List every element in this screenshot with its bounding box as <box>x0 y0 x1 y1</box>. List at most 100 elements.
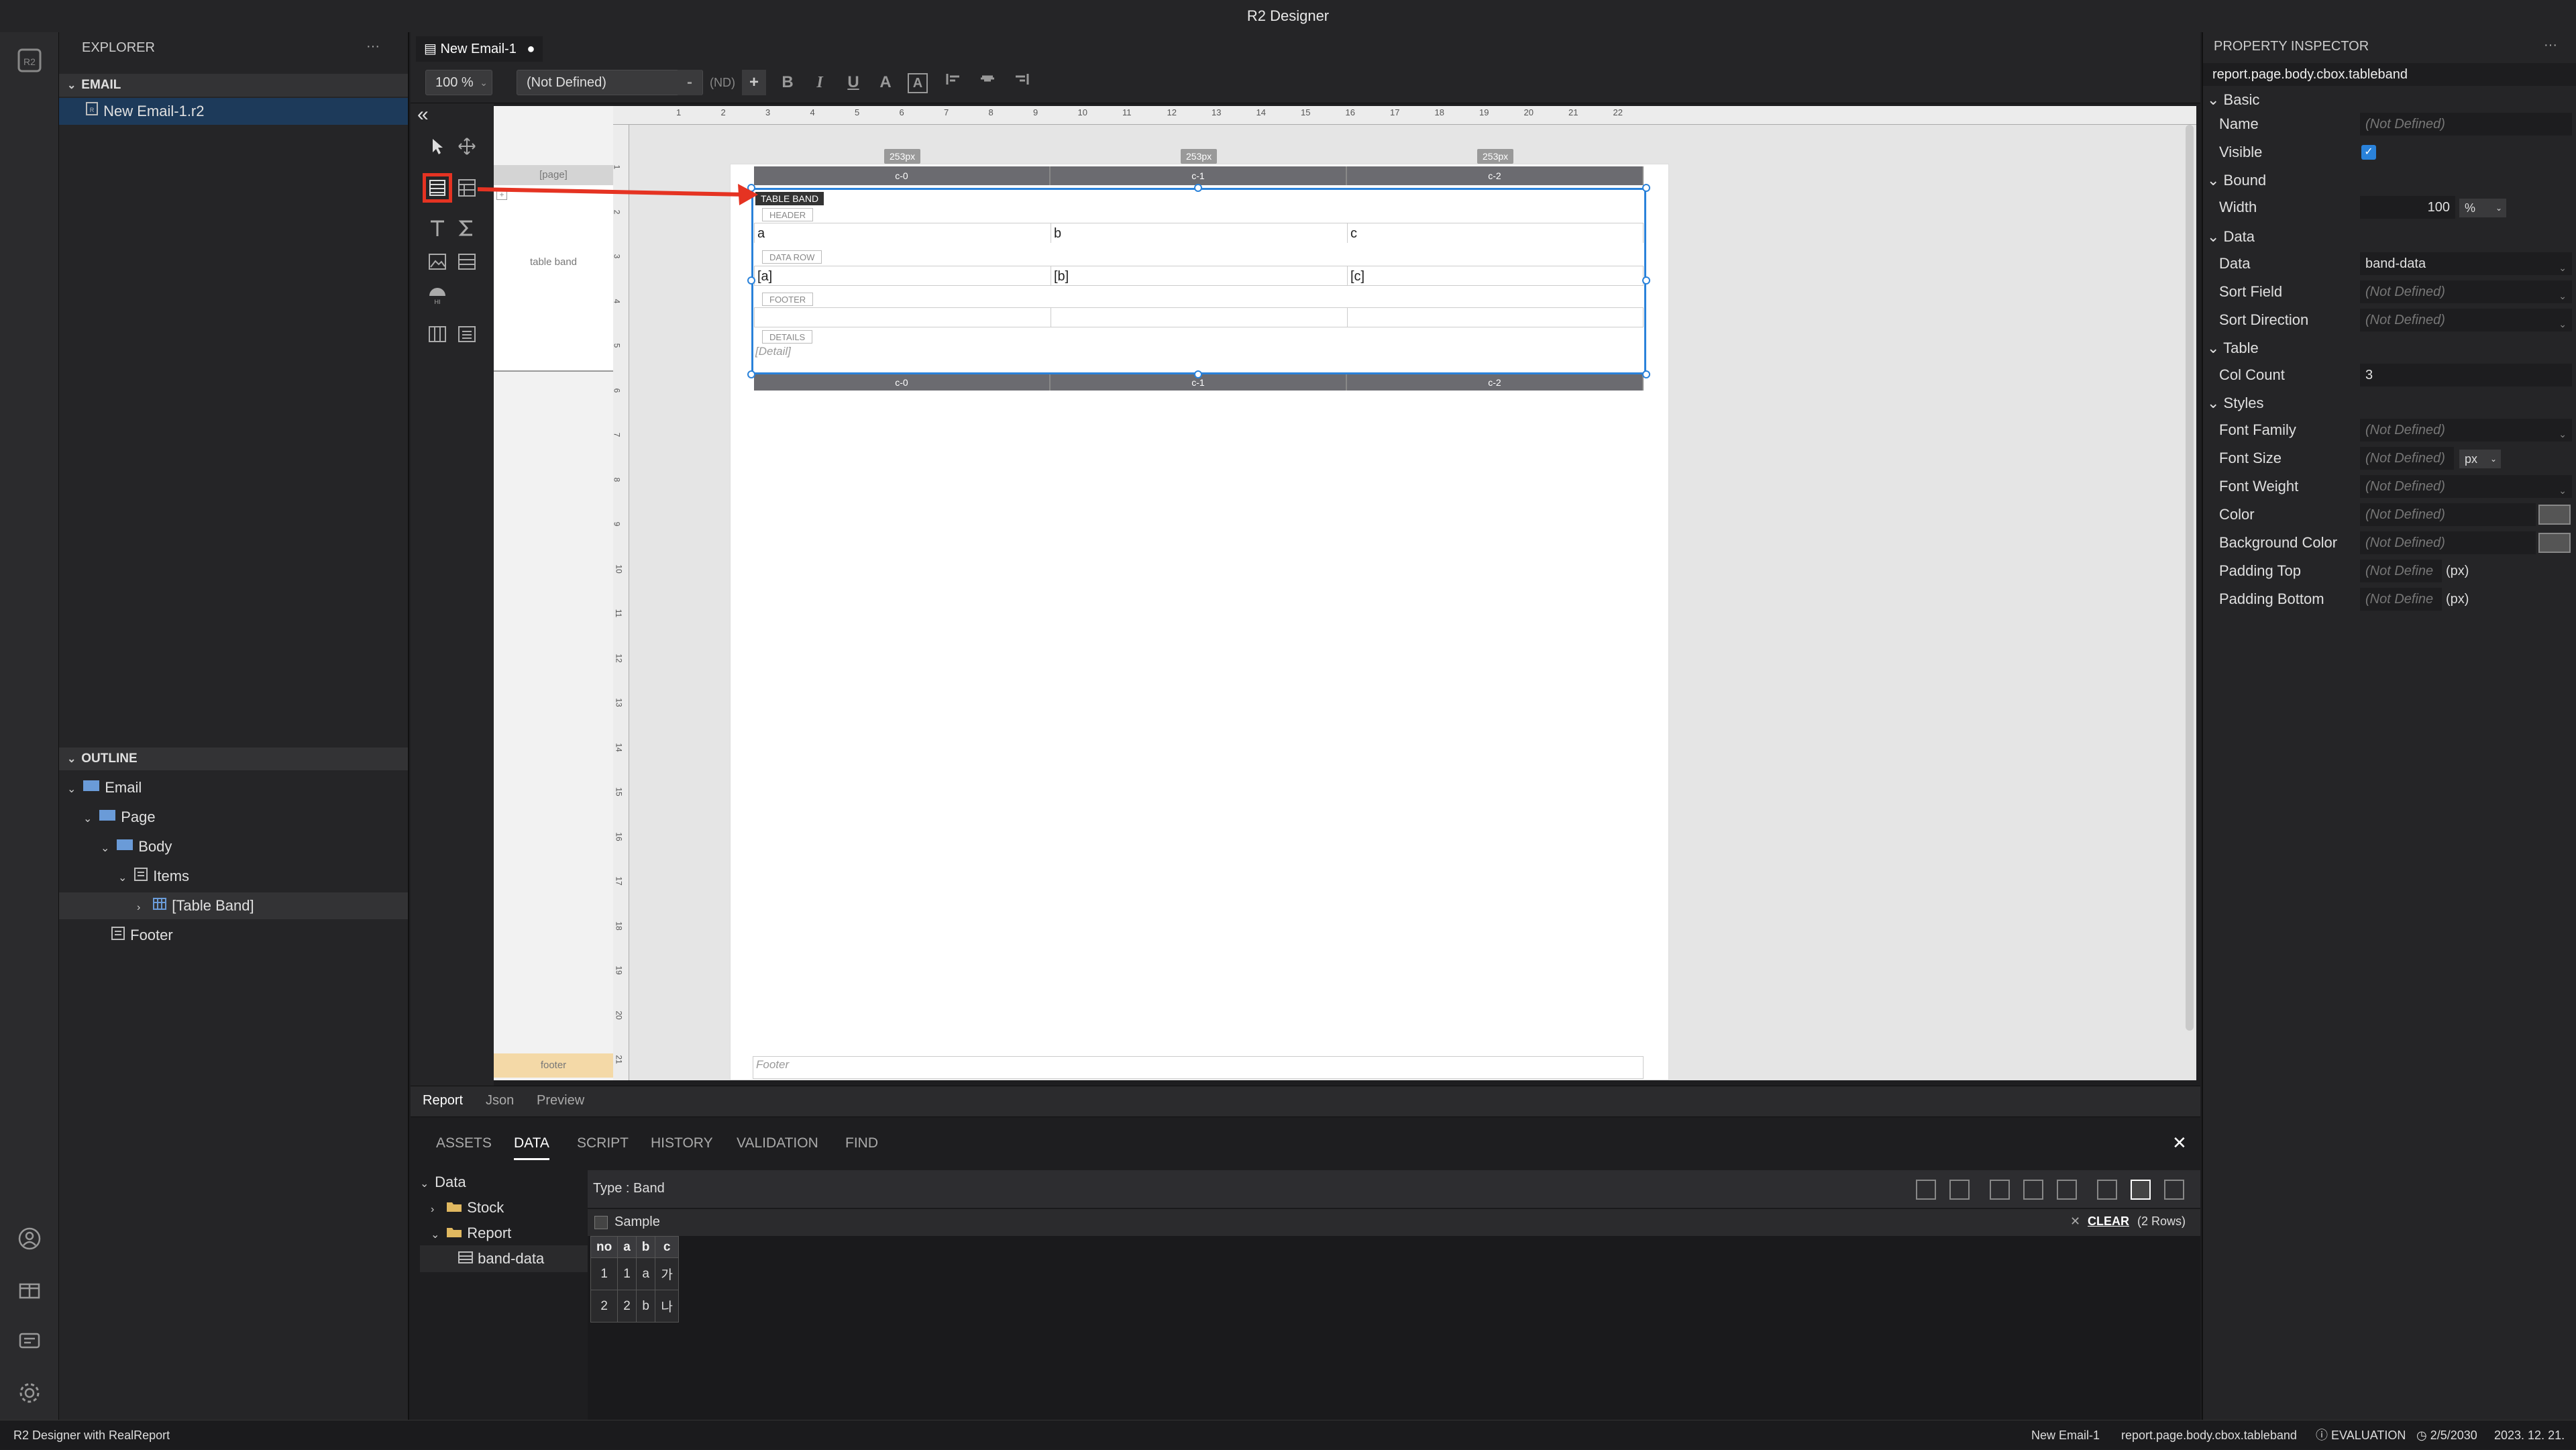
font-weight-select[interactable]: (Not Defined) ⌄ <box>2360 475 2572 498</box>
tab-assets[interactable]: ASSETS <box>436 1135 492 1151</box>
header-cell[interactable]: c <box>1347 223 1644 243</box>
editor-tab[interactable]: ▤ New Email-1 ● <box>416 36 543 62</box>
detail-placeholder[interactable]: [Detail] <box>755 345 791 358</box>
explorer-email-section[interactable]: ⌄ EMAIL <box>59 74 408 97</box>
resize-handle[interactable] <box>1194 184 1202 192</box>
group-styles[interactable]: ⌄ Styles <box>2207 389 2263 417</box>
feedback-icon[interactable] <box>15 1327 44 1357</box>
resize-handle[interactable] <box>747 276 755 284</box>
download-icon[interactable] <box>1949 1180 1970 1200</box>
clear-button[interactable]: CLEAR <box>2088 1214 2129 1229</box>
list-band-icon[interactable] <box>452 319 482 349</box>
text-tool-icon[interactable] <box>423 213 452 243</box>
grid-header-cell[interactable]: b <box>635 1236 656 1258</box>
font-select[interactable]: (Not Defined)⌄ <box>517 70 703 95</box>
grid-cell[interactable]: 2 <box>617 1290 637 1323</box>
grid-cell[interactable]: 나 <box>655 1290 679 1323</box>
canvas-scrollbar[interactable] <box>2186 125 2194 1031</box>
r2-logo-icon[interactable]: R2 <box>15 46 44 75</box>
inspector-more-icon[interactable]: ··· <box>2544 38 2557 53</box>
outline-item-items[interactable]: ⌄ Items <box>118 863 189 890</box>
col-count-field[interactable]: 3 <box>2360 364 2572 386</box>
collapse-panel-icon[interactable]: « <box>417 103 429 126</box>
align-left-icon[interactable] <box>942 70 966 95</box>
barcode-list-icon[interactable] <box>452 247 482 276</box>
page-footer[interactable]: Footer <box>753 1056 1644 1079</box>
account-icon[interactable] <box>15 1224 44 1253</box>
data-select[interactable]: band-data ⌄ <box>2360 252 2572 275</box>
sort-direction-select[interactable]: (Not Defined) ⌄ <box>2360 309 2572 331</box>
footer-cell[interactable] <box>754 307 1051 327</box>
tree-item-report[interactable]: ⌄ Report <box>431 1220 511 1247</box>
move-icon[interactable] <box>452 132 482 161</box>
columns-band-icon[interactable] <box>423 319 452 349</box>
grid-view-icon[interactable] <box>2131 1180 2151 1200</box>
resize-handle[interactable] <box>1642 184 1650 192</box>
grid-cell[interactable]: 가 <box>655 1257 679 1290</box>
zoom-select[interactable]: 100 % ⌄ <box>425 70 492 95</box>
column-footer-c0[interactable]: c-0 <box>754 374 1051 391</box>
tree-item-data[interactable]: ⌄ Data <box>420 1169 466 1196</box>
tab-find[interactable]: FIND <box>845 1135 878 1151</box>
package-icon[interactable] <box>15 1275 44 1304</box>
footer-section-label[interactable]: footer <box>494 1053 613 1078</box>
chart-tool-icon[interactable]: HI <box>423 280 452 310</box>
add-row-icon[interactable] <box>1990 1180 2010 1200</box>
padding-top-field[interactable]: (Not Define <box>2360 560 2442 582</box>
font-size-increase-button[interactable]: + <box>742 70 766 95</box>
bold-icon[interactable]: B <box>775 70 800 95</box>
outline-section[interactable]: ⌄ OUTLINE <box>59 747 408 770</box>
background-color-icon[interactable]: A <box>906 70 930 95</box>
group-data[interactable]: ⌄ Data <box>2207 223 2255 251</box>
sample-checkbox[interactable] <box>594 1216 608 1229</box>
column-header-c2[interactable]: c-2 <box>1347 166 1644 185</box>
resize-handle[interactable] <box>1194 370 1202 378</box>
footer-cell[interactable] <box>1051 307 1347 327</box>
font-size-unit-select[interactable]: px ⌄ <box>2459 450 2501 468</box>
header-cell[interactable]: a <box>754 223 1051 243</box>
column-footer-c2[interactable]: c-2 <box>1347 374 1644 391</box>
delete-row-icon[interactable] <box>2023 1180 2043 1200</box>
image-tool-icon[interactable] <box>423 247 452 276</box>
outline-item-table-band[interactable]: › [Table Band] <box>59 892 408 919</box>
close-panel-icon[interactable]: ✕ <box>2172 1133 2187 1153</box>
tree-item-band-data[interactable]: band-data <box>420 1245 588 1272</box>
align-right-icon[interactable] <box>1009 70 1033 95</box>
resize-handle[interactable] <box>1642 276 1650 284</box>
tab-report[interactable]: Report <box>423 1093 463 1108</box>
font-size-decrease-button[interactable]: - <box>678 70 702 95</box>
sort-field-select[interactable]: (Not Defined) ⌄ <box>2360 280 2572 303</box>
column-header-c0[interactable]: c-0 <box>754 166 1051 185</box>
font-family-select[interactable]: (Not Defined) ⌄ <box>2360 419 2572 442</box>
visible-checkbox[interactable]: ✓ <box>2361 145 2376 160</box>
footer-cell[interactable] <box>1347 307 1644 327</box>
select-pointer-icon[interactable] <box>423 132 452 161</box>
json-view-icon[interactable] <box>2164 1180 2184 1200</box>
font-color-icon[interactable]: A <box>873 70 898 95</box>
tab-history[interactable]: HISTORY <box>651 1135 713 1151</box>
grid-cell[interactable]: 1 <box>617 1257 637 1290</box>
group-table[interactable]: ⌄ Table <box>2207 334 2259 362</box>
background-swatch-icon[interactable] <box>2538 533 2571 553</box>
settings-gear-icon[interactable] <box>15 1378 44 1408</box>
tab-preview[interactable]: Preview <box>537 1093 584 1108</box>
clear-x-icon[interactable]: ✕ <box>2070 1214 2080 1229</box>
grid-header-cell[interactable]: no <box>590 1236 619 1258</box>
width-field[interactable]: 100 <box>2360 196 2455 219</box>
resize-handle[interactable] <box>1642 370 1650 378</box>
tab-script[interactable]: SCRIPT <box>577 1135 629 1151</box>
explorer-more-icon[interactable]: ··· <box>366 39 380 54</box>
wand-icon[interactable] <box>2057 1180 2077 1200</box>
resize-handle[interactable] <box>747 370 755 378</box>
data-cell[interactable]: [b] <box>1051 266 1347 286</box>
name-field[interactable]: (Not Defined) <box>2360 113 2572 136</box>
padding-bottom-field[interactable]: (Not Define <box>2360 588 2442 611</box>
group-bound[interactable]: ⌄ Bound <box>2207 166 2266 195</box>
data-cell[interactable]: [c] <box>1347 266 1644 286</box>
outline-item-page[interactable]: ⌄ Page <box>83 804 156 831</box>
outline-item-body[interactable]: ⌄ Body <box>101 833 172 860</box>
underline-icon[interactable]: U <box>841 70 865 95</box>
background-color-field[interactable]: (Not Defined) <box>2360 531 2536 554</box>
explorer-file-item[interactable]: R New Email-1.r2 <box>59 98 408 125</box>
color-swatch-icon[interactable] <box>2538 505 2571 525</box>
